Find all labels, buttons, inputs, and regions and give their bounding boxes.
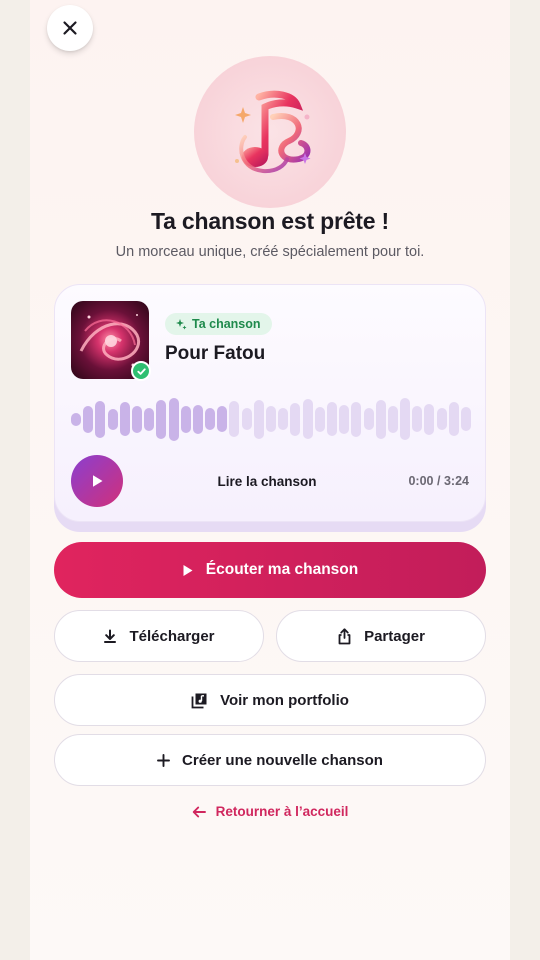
waveform-bar bbox=[192, 404, 203, 434]
waveform-bar bbox=[326, 402, 337, 436]
new-song-button[interactable]: Créer une nouvelle chanson bbox=[54, 734, 486, 786]
listen-button-label: Écouter ma chanson bbox=[205, 561, 359, 578]
time-display: 0:00 / 3:24 bbox=[408, 474, 469, 488]
waveform-bar bbox=[424, 403, 435, 435]
song-badge-label: Ta chanson bbox=[192, 317, 261, 331]
listen-button[interactable]: Écouter ma chanson bbox=[54, 542, 486, 598]
check-icon bbox=[136, 367, 146, 375]
waveform-bar bbox=[180, 405, 191, 433]
waveform-bar bbox=[448, 402, 459, 436]
waveform-bar bbox=[278, 408, 289, 430]
music-note-icon bbox=[235, 90, 311, 174]
waveform-bar bbox=[266, 406, 276, 432]
waveform-bar bbox=[229, 401, 240, 437]
close-icon bbox=[63, 21, 77, 35]
music-library-icon bbox=[191, 693, 207, 708]
waveform-bar bbox=[436, 408, 447, 430]
waveform-bar bbox=[461, 407, 471, 431]
waveform-bar bbox=[144, 407, 155, 431]
waveform-bar bbox=[351, 401, 362, 437]
waveform-bar bbox=[156, 399, 167, 439]
download-button-label: Télécharger bbox=[129, 627, 215, 645]
share-button[interactable]: Partager bbox=[276, 610, 486, 662]
time-separator: / bbox=[437, 474, 441, 488]
waveform-bar bbox=[339, 404, 350, 434]
portfolio-button[interactable]: Voir mon portfolio bbox=[54, 674, 486, 726]
play-button[interactable] bbox=[71, 455, 123, 507]
back-home-link[interactable]: Retourner à l’accueil bbox=[0, 804, 540, 819]
sparkle-icon bbox=[176, 319, 187, 330]
download-icon bbox=[104, 629, 117, 643]
waveform-bar bbox=[131, 405, 142, 433]
waveform-bar bbox=[95, 400, 106, 438]
song-badge: Ta chanson bbox=[165, 313, 272, 335]
back-home-label: Retourner à l’accueil bbox=[215, 804, 349, 819]
song-title: Pour Fatou bbox=[165, 343, 266, 364]
waveform-bar bbox=[168, 397, 179, 441]
waveform-bar bbox=[363, 408, 374, 430]
waveform-bar bbox=[387, 405, 398, 433]
new-song-button-label: Créer une nouvelle chanson bbox=[182, 751, 383, 769]
waveform-bar bbox=[375, 399, 386, 439]
waveform-bar bbox=[205, 408, 216, 430]
waveform-bar bbox=[241, 408, 252, 430]
waveform-bar bbox=[217, 406, 228, 432]
time-total: 3:24 bbox=[443, 474, 469, 488]
share-icon bbox=[338, 627, 351, 644]
waveform-bar bbox=[119, 402, 130, 436]
cover-status-badge bbox=[131, 361, 151, 381]
page-title: Ta chanson est prête ! bbox=[150, 208, 389, 234]
waveform-bar bbox=[71, 412, 81, 426]
plus-icon bbox=[157, 753, 170, 767]
waveform-bar bbox=[314, 406, 325, 432]
close-button[interactable] bbox=[47, 5, 93, 51]
time-current: 0:00 bbox=[408, 474, 434, 488]
portfolio-button-label: Voir mon portfolio bbox=[220, 691, 349, 709]
waveform-bar bbox=[412, 406, 423, 432]
play-label: Lire la chanson bbox=[217, 474, 317, 489]
waveform-bar bbox=[290, 402, 301, 436]
song-card: Ta chanson Pour Fatou Lire la chanson 0:… bbox=[54, 284, 486, 522]
waveform-bar bbox=[253, 399, 264, 439]
page-subtitle: Un morceau unique, créé spécialement pou… bbox=[115, 244, 425, 260]
waveform-bar bbox=[400, 398, 411, 440]
waveform-bar bbox=[107, 408, 118, 430]
play-icon bbox=[93, 475, 103, 487]
waveform-bar bbox=[302, 399, 313, 439]
download-button[interactable]: Télécharger bbox=[54, 610, 264, 662]
waveform-bar bbox=[83, 405, 94, 433]
hero-illustration bbox=[194, 56, 346, 208]
share-button-label: Partager bbox=[364, 627, 425, 645]
waveform[interactable] bbox=[71, 397, 471, 441]
play-icon bbox=[183, 564, 193, 576]
arrow-left-icon bbox=[192, 806, 206, 817]
